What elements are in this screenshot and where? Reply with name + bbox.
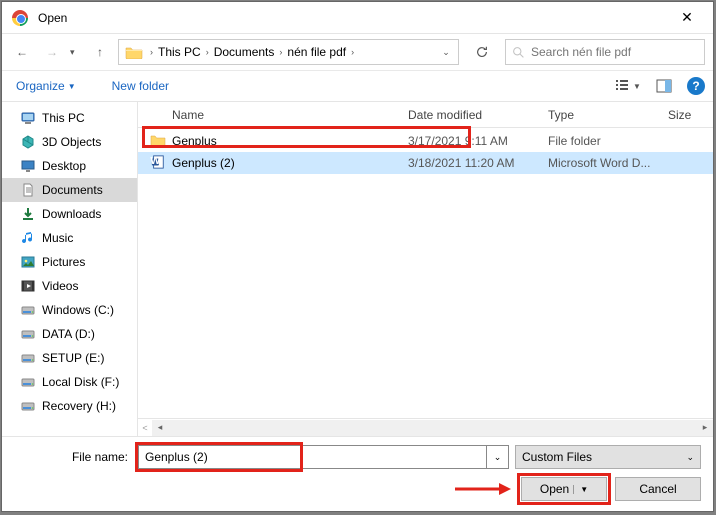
address-bar[interactable]: › This PC › Documents › nén file pdf › ⌄: [118, 39, 459, 65]
address-dropdown[interactable]: ⌄: [436, 47, 456, 58]
organize-menu[interactable]: Organize▼: [10, 75, 82, 97]
window-title: Open: [38, 11, 67, 25]
nav-row: ← → ▾ ↑ › This PC › Documents › nén file…: [2, 34, 713, 70]
word-icon: W: [150, 155, 166, 172]
sidebar-item-downloads[interactable]: Downloads: [2, 202, 137, 226]
column-headers: Name ˄ Date modified Type Size: [138, 102, 713, 128]
crumb-current[interactable]: nén file pdf: [285, 45, 348, 59]
disk-icon: [20, 302, 36, 318]
svg-text:W: W: [150, 155, 160, 167]
videos-icon: [20, 278, 36, 294]
sidebar-item-windows-c-[interactable]: Windows (C:): [2, 298, 137, 322]
help-button[interactable]: ?: [687, 77, 705, 95]
sidebar-item-data-d-[interactable]: DATA (D:): [2, 322, 137, 346]
chevron-right-icon: ›: [147, 47, 156, 57]
chrome-icon: [12, 10, 28, 26]
open-dialog: Open ✕ ← → ▾ ↑ › This PC › Documents › n…: [1, 1, 714, 512]
forward-button[interactable]: →: [40, 40, 64, 64]
preview-pane-button[interactable]: [649, 75, 679, 97]
sidebar-item-music[interactable]: Music: [2, 226, 137, 250]
col-type[interactable]: Type: [538, 108, 658, 122]
sidebar-item-this-pc[interactable]: This PC: [2, 106, 137, 130]
pictures-icon: [20, 254, 36, 270]
disk-icon: [20, 326, 36, 342]
sidebar-item-videos[interactable]: Videos: [2, 274, 137, 298]
chevron-right-icon: ›: [348, 47, 357, 57]
horizontal-scrollbar[interactable]: < ◂ ▸: [138, 418, 713, 436]
disk-icon: [20, 374, 36, 390]
music-icon: [20, 230, 36, 246]
search-input[interactable]: [531, 45, 698, 59]
dialog-body: This PC3D ObjectsDesktopDocumentsDownloa…: [2, 102, 713, 436]
sidebar-item-pictures[interactable]: Pictures: [2, 250, 137, 274]
sort-indicator-icon: ˄: [418, 110, 423, 119]
disk-icon: [20, 350, 36, 366]
toolbar: Organize▼ New folder ▼ ?: [2, 70, 713, 102]
crumb-this-pc[interactable]: This PC: [156, 45, 203, 59]
folder-icon: [150, 133, 166, 150]
back-button[interactable]: ←: [10, 40, 34, 64]
file-list: Genplus3/17/2021 9:11 AMFile folderWGenp…: [138, 128, 713, 418]
sidebar: This PC3D ObjectsDesktopDocumentsDownloa…: [2, 102, 138, 436]
disk-icon: [20, 398, 36, 414]
documents-icon: [20, 182, 36, 198]
annotation-arrow-icon: [453, 481, 513, 497]
new-folder-button[interactable]: New folder: [106, 75, 175, 97]
view-menu[interactable]: ▼: [613, 75, 643, 97]
bottom-bar: File name: ⌄ Custom Files⌄ Open▼ Cancel: [2, 436, 713, 511]
sidebar-item-documents[interactable]: Documents: [2, 178, 137, 202]
file-row[interactable]: WGenplus (2)3/18/2021 11:20 AMMicrosoft …: [138, 152, 713, 174]
file-row[interactable]: Genplus3/17/2021 9:11 AMFile folder: [138, 130, 713, 152]
downloads-icon: [20, 206, 36, 222]
chevron-right-icon: ›: [203, 47, 212, 57]
sidebar-item-desktop[interactable]: Desktop: [2, 154, 137, 178]
chevron-right-icon: ›: [276, 47, 285, 57]
3d-icon: [20, 134, 36, 150]
filename-dropdown[interactable]: ⌄: [487, 445, 509, 469]
close-button[interactable]: ✕: [665, 3, 709, 33]
search-box[interactable]: [505, 39, 705, 65]
history-dropdown[interactable]: ▾: [70, 47, 82, 58]
up-button[interactable]: ↑: [88, 40, 112, 64]
crumb-documents[interactable]: Documents: [212, 45, 277, 59]
filename-label: File name:: [14, 450, 132, 464]
col-name[interactable]: Name: [138, 108, 398, 122]
col-size[interactable]: Size: [658, 108, 713, 122]
title-bar: Open ✕: [2, 2, 713, 34]
folder-icon: [125, 45, 143, 59]
filename-input[interactable]: [138, 445, 487, 469]
cancel-button[interactable]: Cancel: [615, 477, 701, 501]
search-icon: [512, 46, 525, 59]
sidebar-item-local-disk-f-[interactable]: Local Disk (F:): [2, 370, 137, 394]
open-button[interactable]: Open▼: [521, 477, 607, 501]
sidebar-item-setup-e-[interactable]: SETUP (E:): [2, 346, 137, 370]
sidebar-item-recovery-h-[interactable]: Recovery (H:): [2, 394, 137, 418]
refresh-button[interactable]: [469, 39, 495, 65]
file-type-filter[interactable]: Custom Files⌄: [515, 445, 701, 469]
sidebar-item-3d-objects[interactable]: 3D Objects: [2, 130, 137, 154]
desktop-icon: [20, 158, 36, 174]
pc-icon: [20, 110, 36, 126]
